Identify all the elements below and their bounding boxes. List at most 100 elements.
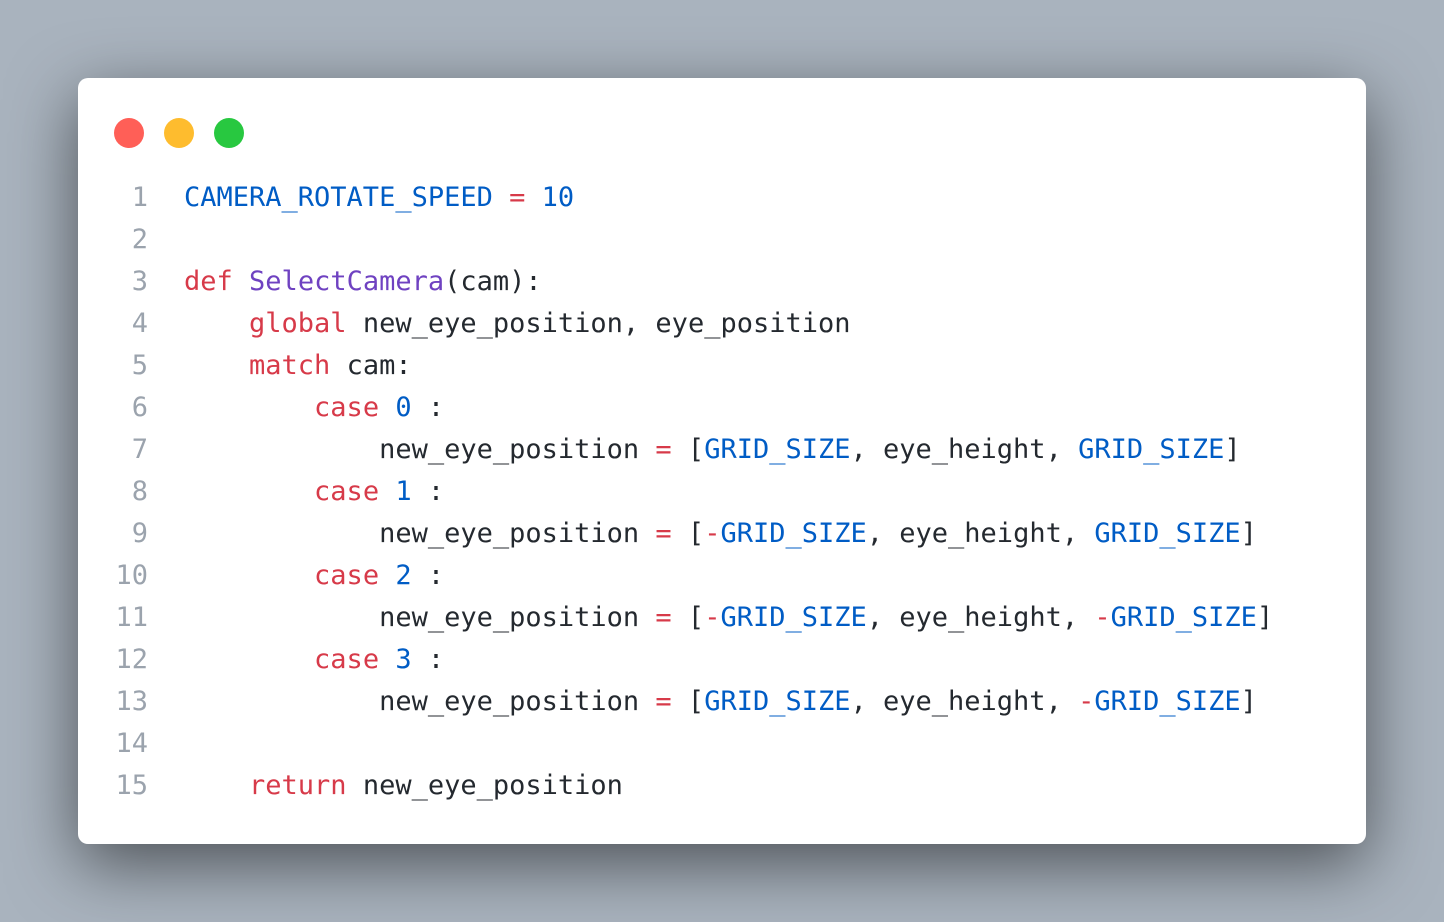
code-token: 0 — [395, 392, 412, 423]
minimize-button[interactable] — [164, 118, 194, 148]
line-number: 4 — [131, 308, 148, 339]
code-token: GRID_SIZE — [704, 434, 851, 465]
line-number: 9 — [131, 518, 148, 549]
line-source: case 1 : — [184, 471, 444, 513]
code-token: return — [249, 770, 347, 801]
code-line: 6 case 0 : — [78, 387, 1366, 429]
code-token: [ — [671, 434, 705, 465]
code-token: : — [411, 644, 445, 675]
code-line: 8 case 1 : — [78, 471, 1366, 513]
code-window: 1 CAMERA_ROTATE_SPEED = 10 2 3 def SelectCam… — [78, 78, 1366, 844]
code-token: = — [655, 518, 672, 549]
line-number: 3 — [131, 266, 148, 297]
code-block[interactable]: 1 CAMERA_ROTATE_SPEED = 10 2 3 def SelectCam… — [78, 177, 1366, 807]
code-token: - — [1094, 602, 1111, 633]
code-token: [ — [671, 518, 705, 549]
line-number: 7 — [131, 434, 148, 465]
code-token: , eye_height, — [850, 686, 1079, 717]
code-token: - — [704, 518, 721, 549]
code-token: match — [249, 350, 331, 381]
code-token: ] — [1224, 434, 1241, 465]
line-source: case 2 : — [184, 555, 444, 597]
code-token: : — [411, 476, 445, 507]
close-button[interactable] — [114, 118, 144, 148]
code-token: , eye_height, — [866, 602, 1095, 633]
code-token: GRID_SIZE — [720, 518, 867, 549]
line-source: match cam: — [184, 345, 412, 387]
line-source: new_eye_position = [GRID_SIZE, eye_heigh… — [184, 429, 1241, 471]
code-line: 13 new_eye_position = [GRID_SIZE, eye_he… — [78, 681, 1366, 723]
line-number: 14 — [115, 728, 148, 759]
code-token: GRID_SIZE — [1078, 434, 1225, 465]
code-token: - — [1078, 686, 1095, 717]
line-source: def SelectCamera(cam): — [184, 261, 542, 303]
zoom-button[interactable] — [214, 118, 244, 148]
code-token: [ — [671, 602, 705, 633]
code-token: : — [411, 560, 445, 591]
code-line: 4 global new_eye_position, eye_position — [78, 303, 1366, 345]
code-token: CAMERA_ROTATE_SPEED — [184, 182, 493, 213]
code-token: 3 — [395, 644, 412, 675]
code-token: (cam): — [444, 266, 542, 297]
code-token: : — [411, 392, 445, 423]
code-token: 10 — [541, 182, 575, 213]
line-number: 6 — [131, 392, 148, 423]
code-token: case — [314, 644, 380, 675]
line-number: 1 — [131, 182, 148, 213]
code-token: GRID_SIZE — [704, 686, 851, 717]
code-token: = — [655, 434, 672, 465]
code-line: 10 case 2 : — [78, 555, 1366, 597]
line-number: 11 — [115, 602, 148, 633]
code-token: ] — [1256, 602, 1274, 633]
code-token: 2 — [395, 560, 412, 591]
line-number: 8 — [131, 476, 148, 507]
code-line: 5 match cam: — [78, 345, 1366, 387]
code-token: , eye_height, — [866, 518, 1095, 549]
code-token: case — [314, 560, 380, 591]
code-token: new_eye_position — [184, 434, 656, 465]
code-line: 11 new_eye_position = [-GRID_SIZE, eye_h… — [78, 597, 1366, 639]
line-number: 12 — [115, 644, 148, 675]
line-source: new_eye_position = [GRID_SIZE, eye_heigh… — [184, 681, 1257, 723]
code-token: new_eye_position — [184, 518, 656, 549]
code-line: 14 — [78, 723, 1366, 765]
code-token: GRID_SIZE — [720, 602, 867, 633]
window-controls — [114, 118, 244, 148]
code-token: GRID_SIZE — [1094, 518, 1241, 549]
line-source: global new_eye_position, eye_position — [184, 303, 850, 345]
code-token: case — [314, 476, 380, 507]
code-token: 1 — [395, 476, 412, 507]
code-token: ] — [1240, 686, 1257, 717]
code-token: GRID_SIZE — [1110, 602, 1257, 633]
code-token: [ — [671, 686, 705, 717]
line-number: 5 — [131, 350, 148, 381]
code-token: , eye_height, — [850, 434, 1079, 465]
line-source: case 0 : — [184, 387, 444, 429]
code-line: 2 — [78, 219, 1366, 261]
code-token: def — [184, 266, 233, 297]
line-source: case 3 : — [184, 639, 444, 681]
code-line: 3 def SelectCamera(cam): — [78, 261, 1366, 303]
line-number: 13 — [115, 686, 148, 717]
code-token: - — [704, 602, 721, 633]
code-line: 9 new_eye_position = [-GRID_SIZE, eye_he… — [78, 513, 1366, 555]
code-token: case — [314, 392, 380, 423]
code-token: global — [249, 308, 347, 339]
code-token: new_eye_position — [346, 770, 623, 801]
line-source: new_eye_position = [-GRID_SIZE, eye_heig… — [184, 513, 1257, 555]
code-token: ] — [1240, 518, 1257, 549]
